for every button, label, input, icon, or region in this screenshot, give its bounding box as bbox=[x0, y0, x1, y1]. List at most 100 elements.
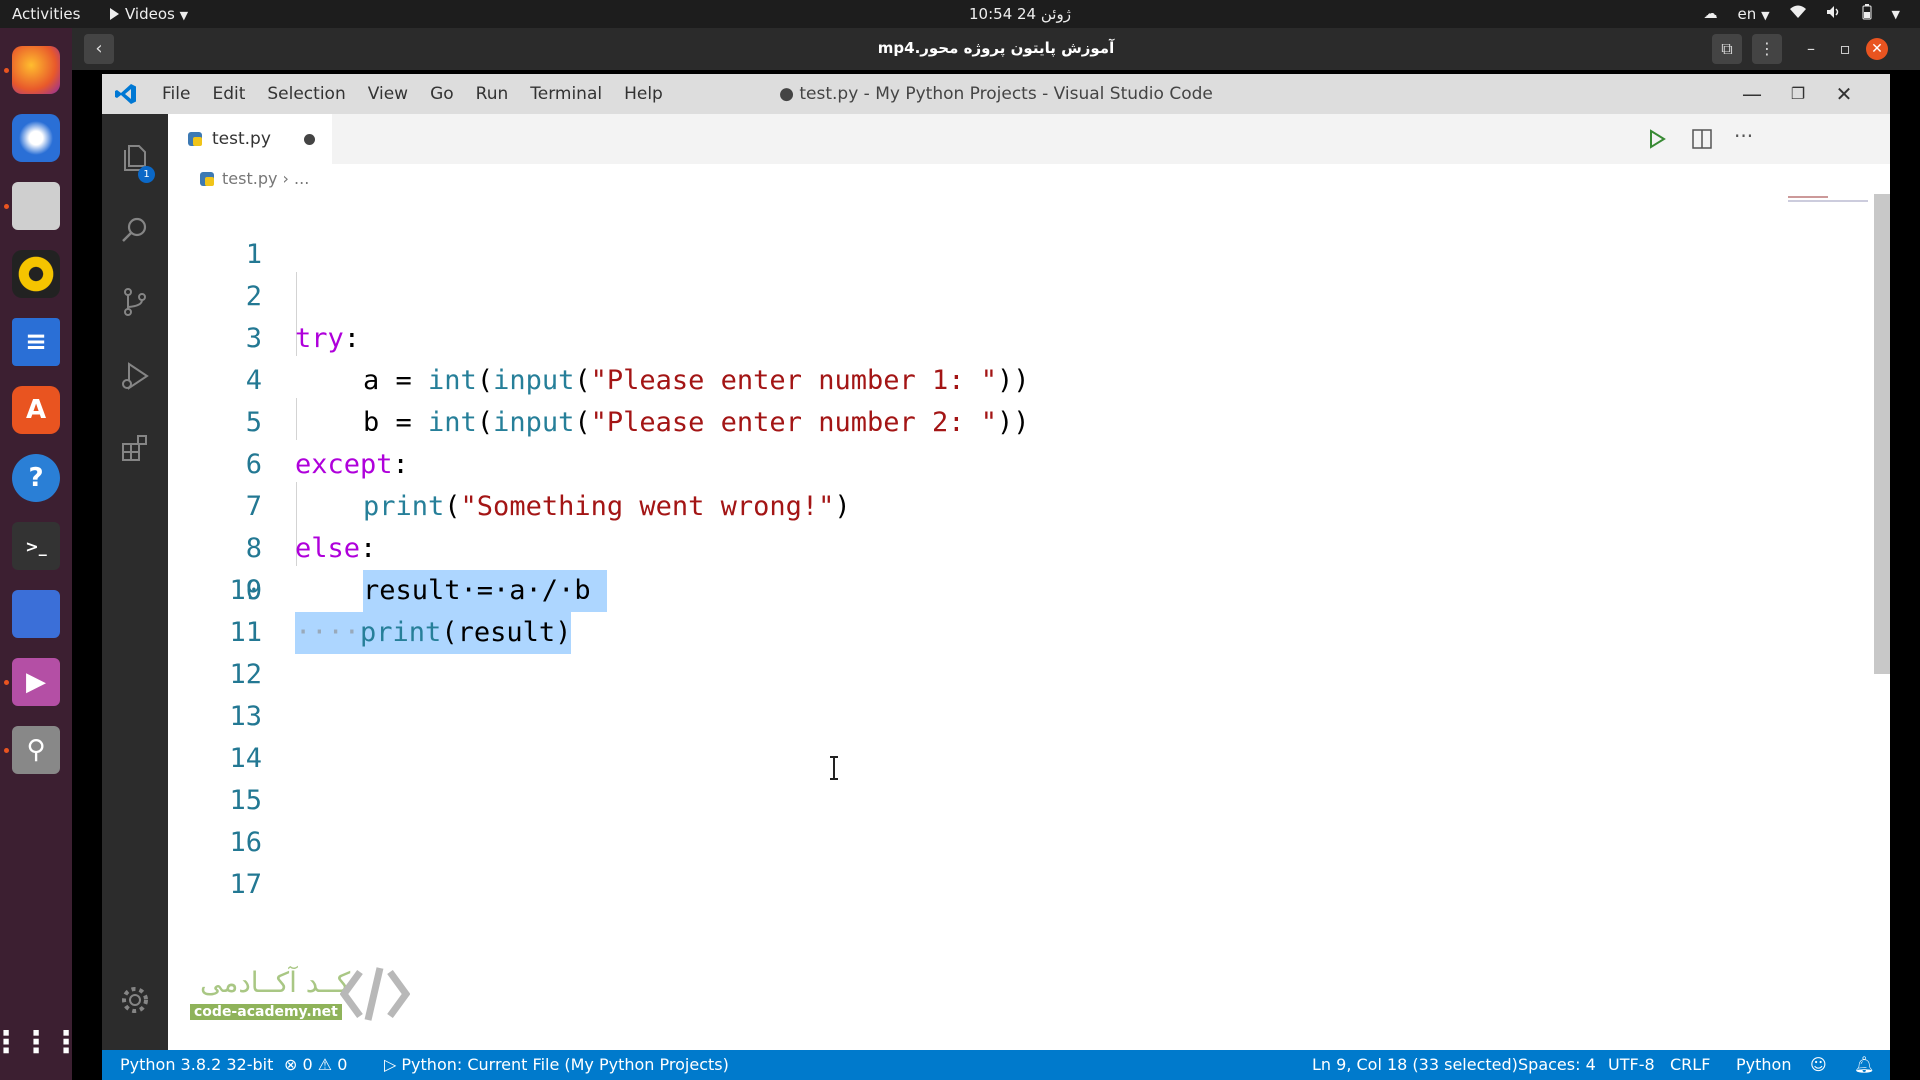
vertical-scrollbar[interactable] bbox=[1874, 194, 1890, 674]
source-control-icon[interactable] bbox=[119, 286, 151, 318]
firefox-icon[interactable] bbox=[12, 46, 60, 94]
status-bar: Python 3.8.2 32-bit ⊗ 0 ⚠ 0 ▷ Python: Cu… bbox=[102, 1050, 1890, 1080]
line-number: 14 bbox=[229, 743, 262, 774]
language-mode[interactable]: Python bbox=[1736, 1055, 1791, 1074]
play-icon bbox=[110, 8, 119, 20]
line-number: 13 bbox=[229, 701, 262, 732]
code-line: 9 ····print(result) bbox=[168, 528, 1868, 654]
menu-run[interactable]: Run bbox=[476, 84, 509, 104]
menu-selection[interactable]: Selection bbox=[267, 84, 345, 104]
line-number: 17 bbox=[229, 869, 262, 900]
close-button[interactable]: ✕ bbox=[1824, 78, 1864, 110]
fullscreen-button[interactable]: ⧉ bbox=[1712, 34, 1742, 64]
bell-icon[interactable]: 🔔︎ bbox=[1854, 1055, 1874, 1074]
video-title: آموزش پایتون پروژه محور.mp4 bbox=[877, 39, 1115, 57]
code-line: 11 bbox=[168, 612, 1868, 654]
python-interpreter[interactable]: Python 3.8.2 32-bit bbox=[120, 1055, 273, 1074]
error-count: 0 bbox=[302, 1055, 313, 1074]
usb-drive-icon[interactable]: ⚲ bbox=[12, 726, 60, 774]
screenshot-icon[interactable] bbox=[12, 590, 60, 638]
menu-view[interactable]: View bbox=[368, 84, 408, 104]
restore-button[interactable]: ❐ bbox=[1778, 78, 1818, 110]
code-editor[interactable]: 1 2 try: 3 a = int(input("Please enter n… bbox=[168, 192, 1890, 1050]
running-indicator bbox=[4, 204, 9, 209]
line-number: 16 bbox=[229, 827, 262, 858]
app-menu[interactable]: Videos ▼ bbox=[110, 5, 188, 23]
run-file-icon[interactable] bbox=[1648, 129, 1666, 149]
code-line: 2 try: bbox=[168, 234, 1868, 354]
maximize-button[interactable]: ▫ bbox=[1830, 34, 1860, 64]
gnome-top-bar: Activities Videos ▼ 10:54 ژوئن 24 ☁ en ▼… bbox=[0, 0, 1920, 28]
watermark-url: code-academy.net bbox=[190, 1004, 342, 1020]
encoding[interactable]: UTF-8 bbox=[1608, 1055, 1655, 1074]
problems-indicator[interactable]: ⊗ 0 ⚠ 0 bbox=[284, 1055, 347, 1074]
code-line: 10 bbox=[168, 570, 1868, 612]
menu-help[interactable]: Help bbox=[624, 84, 663, 104]
show-apps-icon[interactable]: ⋮⋮⋮ bbox=[0, 1018, 81, 1066]
warning-count: 0 bbox=[337, 1055, 348, 1074]
battery-icon bbox=[1862, 4, 1872, 24]
run-configuration[interactable]: ▷ Python: Current File (My Python Projec… bbox=[384, 1055, 729, 1074]
volume-icon bbox=[1826, 5, 1842, 23]
menu-button[interactable]: ⋮ bbox=[1752, 34, 1782, 64]
thunderbird-icon[interactable] bbox=[12, 114, 60, 162]
minimize-button[interactable]: — bbox=[1732, 78, 1772, 110]
split-editor-icon[interactable] bbox=[1692, 129, 1712, 149]
breadcrumb-file[interactable]: test.py bbox=[222, 169, 277, 188]
app-menu-label: Videos bbox=[125, 5, 175, 23]
code-line: 14 bbox=[168, 738, 1868, 780]
minimap-line bbox=[1788, 200, 1868, 202]
vscode-window: File Edit Selection View Go Run Terminal… bbox=[102, 74, 1890, 1080]
running-indicator bbox=[4, 680, 9, 685]
menu-go[interactable]: Go bbox=[430, 84, 454, 104]
software-center-icon[interactable]: A bbox=[12, 386, 60, 434]
code-line: 8 result·=·a·/·b bbox=[168, 486, 1868, 612]
breadcrumb-symbols[interactable]: ... bbox=[294, 169, 309, 188]
search-icon[interactable] bbox=[119, 214, 151, 246]
terminal-icon[interactable]: >_ bbox=[12, 522, 60, 570]
feedback-icon[interactable]: ☺ bbox=[1810, 1055, 1827, 1074]
cursor-position[interactable]: Ln 9, Col 18 (33 selected) bbox=[1312, 1055, 1518, 1074]
code-line: 15 bbox=[168, 780, 1868, 822]
end-of-line[interactable]: CRLF bbox=[1670, 1055, 1710, 1074]
code-line: 16 bbox=[168, 822, 1868, 864]
system-tray[interactable]: ☁ en ▼ ▼ bbox=[1704, 4, 1900, 24]
activities-button[interactable]: Activities bbox=[12, 5, 80, 23]
help-icon[interactable]: ? bbox=[12, 454, 60, 502]
chevron-down-icon: ▼ bbox=[1761, 9, 1770, 22]
python-file-icon bbox=[188, 132, 202, 146]
menu-terminal[interactable]: Terminal bbox=[530, 84, 602, 104]
play-icon: ▷ bbox=[384, 1055, 397, 1074]
chevron-down-icon: ▼ bbox=[179, 9, 189, 22]
line-number: 10 bbox=[229, 575, 262, 606]
more-actions-icon[interactable]: ··· bbox=[1734, 124, 1753, 148]
ubuntu-dock: ≡ A ? >_ ▶ ⚲ ⋮⋮⋮ bbox=[0, 28, 81, 1080]
code-academy-logo-icon bbox=[340, 967, 410, 1021]
input-language[interactable]: en ▼ bbox=[1738, 5, 1770, 23]
files-icon[interactable] bbox=[12, 182, 60, 230]
indentation[interactable]: Spaces: 4 bbox=[1518, 1055, 1596, 1074]
line-number: 11 bbox=[229, 617, 262, 648]
tab-test-py[interactable]: test.py bbox=[168, 114, 332, 164]
menu-file[interactable]: File bbox=[162, 84, 190, 104]
rhythmbox-icon[interactable] bbox=[12, 250, 60, 298]
running-indicator bbox=[4, 748, 9, 753]
input-language-label: en bbox=[1737, 5, 1757, 23]
videos-icon[interactable]: ▶ bbox=[12, 658, 60, 706]
menu-edit[interactable]: Edit bbox=[212, 84, 245, 104]
run-configuration-label: Python: Current File (My Python Projects… bbox=[401, 1055, 729, 1074]
vscode-logo-icon bbox=[115, 84, 136, 104]
close-button[interactable]: ✕ bbox=[1866, 38, 1888, 60]
line-number: 15 bbox=[229, 785, 262, 816]
libreoffice-writer-icon[interactable]: ≡ bbox=[12, 318, 60, 366]
gear-icon[interactable] bbox=[119, 984, 151, 1016]
code-line: 13 bbox=[168, 696, 1868, 738]
minimap[interactable] bbox=[1788, 194, 1868, 204]
clock[interactable]: 10:54 ژوئن 24 bbox=[940, 5, 1100, 23]
run-debug-icon[interactable] bbox=[119, 360, 151, 392]
explorer-badge: 1 bbox=[138, 166, 155, 183]
extensions-icon[interactable] bbox=[119, 432, 151, 464]
code-line: 5 except: bbox=[168, 360, 1868, 480]
minimize-button[interactable]: – bbox=[1796, 34, 1826, 64]
unsaved-dot-icon[interactable] bbox=[304, 134, 315, 145]
